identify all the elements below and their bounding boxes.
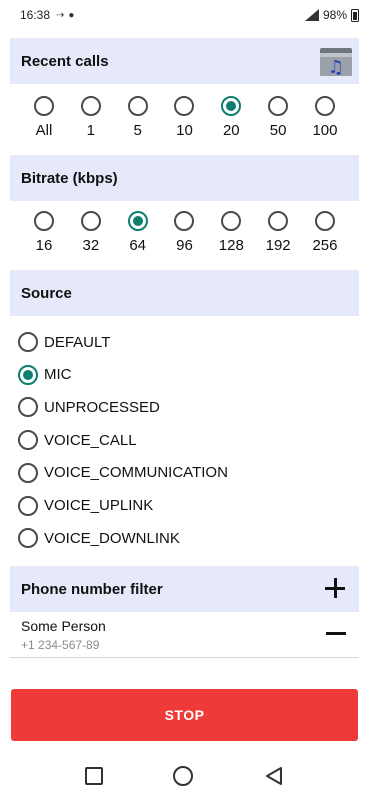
android-debug-icon: ● [68,9,75,21]
status-bar: 16:38 ⇢ ● 98% [0,0,369,30]
radio-button[interactable] [221,211,242,231]
music-folder-icon[interactable]: ♫ [317,42,355,80]
option-label: 16 [35,237,53,254]
contact-item[interactable]: Some Person +1 234-567-89 [10,612,359,658]
source-option[interactable]: DEFAULT [18,330,110,354]
source-header: Source [10,270,359,316]
option-label: VOICE_UPLINK [44,497,154,514]
option-label: DEFAULT [44,333,111,351]
phone-filter-header: Phone number filter [10,566,359,612]
source-option[interactable]: VOICE_COMMUNICATION [18,461,228,485]
recent-calls-option[interactable]: 10 [164,96,204,139]
home-icon[interactable] [173,766,194,786]
source-option[interactable]: MIC [18,363,72,387]
option-label: 10 [176,122,193,139]
recent-calls-option[interactable]: All [24,96,64,139]
recent-calls-option[interactable]: 100 [305,96,345,139]
option-label: 64 [129,237,146,254]
bitrate-option[interactable]: 96 [164,211,204,254]
recent-calls-option[interactable]: 50 [258,96,298,139]
option-label: 256 [312,237,338,254]
radio-button[interactable] [80,211,101,231]
radio-button[interactable] [221,96,242,116]
bitrate-option[interactable]: 64 [118,211,158,254]
radio-button[interactable] [80,96,101,116]
source-option[interactable]: VOICE_DOWNLINK [18,526,180,550]
source-option[interactable]: UNPROCESSED [18,395,160,419]
svg-text:♫: ♫ [328,57,344,78]
add-icon[interactable] [325,578,345,598]
radio-button[interactable] [18,462,38,483]
bitrate-option[interactable]: 192 [258,211,298,254]
radio-button[interactable] [18,364,38,385]
option-label: 50 [269,122,287,139]
radio-button[interactable] [268,211,289,231]
recent-calls-title: Recent calls [21,52,109,70]
recent-calls-group: All 1 5 10 20 50 100 [10,96,359,139]
radio-button[interactable] [34,211,54,231]
option-label: 192 [265,237,291,254]
bitrate-option[interactable]: 32 [71,211,111,254]
option-label: 128 [218,237,244,254]
radio-button[interactable] [18,332,38,352]
phone-filter-title: Phone number filter [21,580,163,598]
bitrate-title: Bitrate (kbps) [21,169,118,187]
radio-button[interactable] [314,96,335,116]
navigation-bar [0,752,369,800]
radio-button[interactable] [127,96,148,116]
option-label: 5 [133,122,142,139]
radio-button[interactable] [18,397,38,418]
source-option[interactable]: VOICE_UPLINK [18,494,153,518]
battery-icon [351,8,359,22]
battery-percent: 98% [322,8,347,22]
radio-button[interactable] [34,96,54,116]
option-label: All [35,122,53,139]
radio-button[interactable] [268,96,289,116]
option-label: MIC [44,366,72,384]
radio-button[interactable] [18,495,38,516]
recent-calls-header: Recent calls ♫ [10,38,359,84]
bitrate-option[interactable]: 128 [211,211,251,254]
bitrate-option[interactable]: 16 [24,211,64,254]
radio-button[interactable] [18,430,38,451]
option-label: UNPROCESSED [44,398,160,416]
back-icon[interactable] [264,766,284,786]
radio-button[interactable] [127,211,148,231]
bitrate-option[interactable]: 256 [305,211,345,254]
option-label: 96 [176,237,193,254]
source-title: Source [21,284,72,302]
bitrate-group: 16 32 64 96 128 192 256 [10,211,359,254]
option-label: 20 [222,122,240,139]
radio-button[interactable] [174,211,195,231]
radio-button[interactable] [174,96,195,116]
radio-button[interactable] [18,528,38,549]
contact-name: Some Person [21,618,106,634]
option-label: 32 [82,237,100,254]
option-label: VOICE_DOWNLINK [44,529,180,547]
option-label: VOICE_CALL [44,431,137,449]
status-time: 16:38 [20,8,51,22]
usb-icon: ⇢ [56,9,65,21]
recent-calls-option[interactable]: 20 [211,96,251,139]
remove-icon[interactable] [326,632,346,635]
contact-number: +1 234-567-89 [21,638,100,652]
recent-calls-option[interactable]: 1 [71,96,111,139]
signal-icon [304,9,319,21]
bitrate-header: Bitrate (kbps) [10,155,359,201]
stop-button[interactable]: STOP [11,689,358,741]
source-option[interactable]: VOICE_CALL [18,428,137,452]
option-label: 100 [312,122,338,139]
option-label: 1 [86,122,95,139]
recent-calls-option[interactable]: 5 [118,96,158,139]
recents-icon[interactable] [85,767,104,785]
radio-button[interactable] [314,211,335,231]
option-label: VOICE_COMMUNICATION [44,464,228,482]
